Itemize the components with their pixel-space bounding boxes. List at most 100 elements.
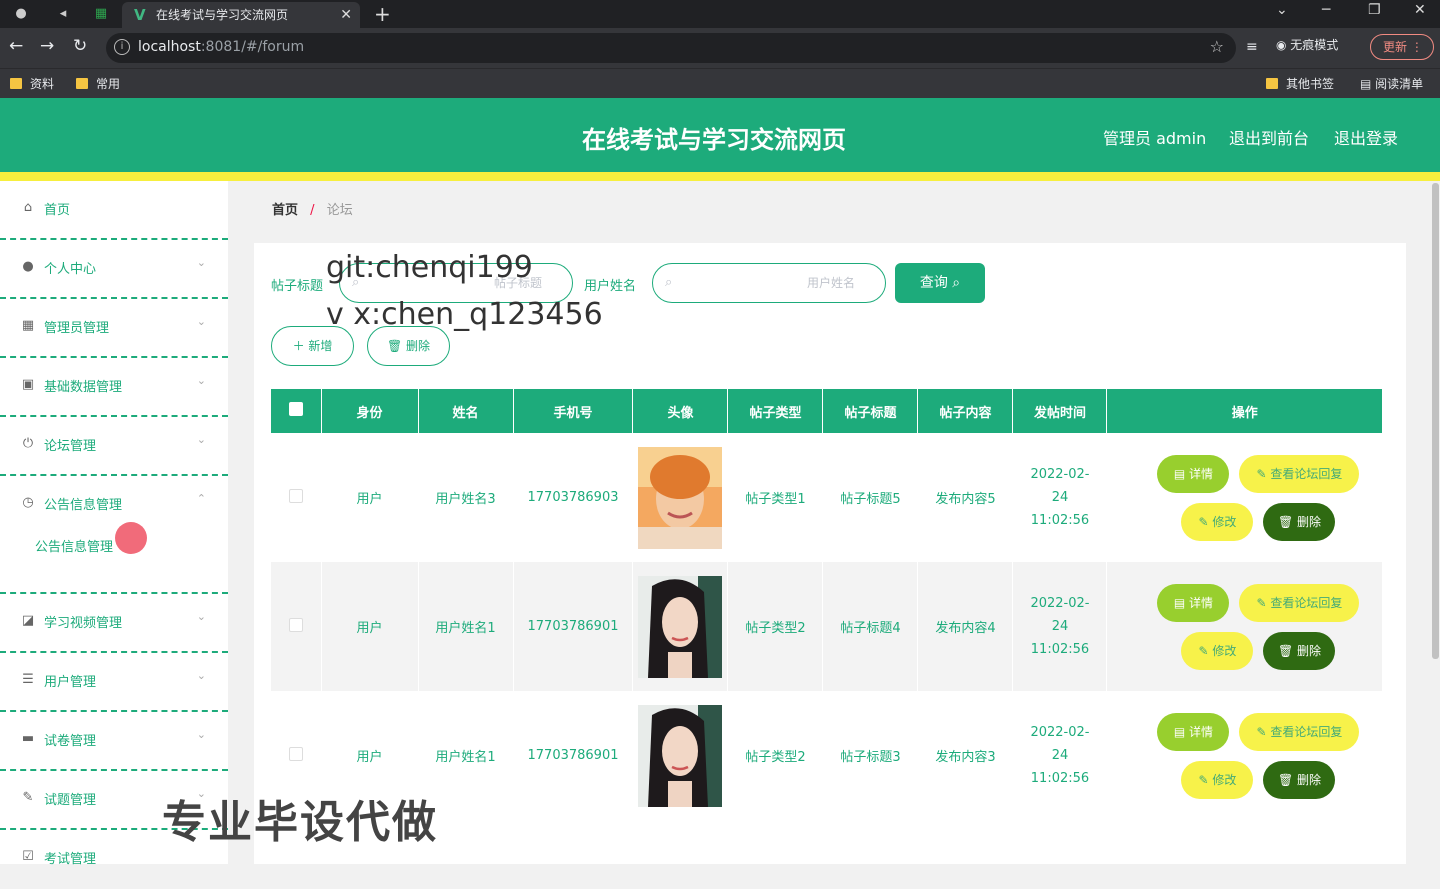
detail-button[interactable]: ▤ 详情 bbox=[1157, 584, 1230, 622]
add-button[interactable]: ＋ 新增 bbox=[271, 326, 354, 366]
mute-icon[interactable]: ◂ bbox=[52, 4, 74, 24]
reading-list[interactable]: ▤ 阅读清单 bbox=[1360, 75, 1423, 92]
sidebar-item-label: 学习视频管理 bbox=[44, 616, 123, 631]
cell-type: 帖子类型1 bbox=[727, 433, 824, 562]
delete-button[interactable]: 🗑 删除 bbox=[1263, 503, 1336, 541]
cell-ops: ▤ 详情 ✎ 查看论坛回复 ✎ 修改 🗑 删除 bbox=[1106, 562, 1383, 691]
avatar-image bbox=[638, 575, 723, 678]
column-header: 姓名 bbox=[418, 389, 514, 433]
name-search-box[interactable]: ⌕ bbox=[652, 263, 886, 303]
sidebar-item-label: 管理员管理 bbox=[44, 321, 110, 336]
edit-button[interactable]: ✎ 修改 bbox=[1181, 632, 1254, 670]
title-filter-label: 帖子标题 bbox=[271, 279, 324, 294]
chevron-down-icon: ⌄ bbox=[196, 610, 206, 623]
view-replies-button[interactable]: ✎ 查看论坛回复 bbox=[1239, 455, 1360, 493]
query-button[interactable]: 查询 ⌕ bbox=[895, 263, 985, 303]
app-header: 在线考试与学习交流网页 管理员 admin 退出到前台 退出登录 bbox=[0, 98, 1440, 172]
info-icon[interactable]: i bbox=[114, 39, 130, 55]
sidebar-item-label: 公告信息管理 bbox=[44, 498, 123, 513]
bookmark-star-icon[interactable]: ☆ bbox=[1210, 37, 1224, 56]
reading-list-icon[interactable]: ≡ bbox=[1246, 39, 1258, 55]
sidebar-item-home[interactable]: ⌂ 首页 bbox=[0, 181, 228, 240]
row-checkbox[interactable] bbox=[288, 746, 303, 761]
select-all-checkbox[interactable] bbox=[288, 402, 303, 416]
sidebar-item-users[interactable]: ☰ 用户管理 ⌄ bbox=[0, 653, 228, 712]
breadcrumb-home[interactable]: 首页 bbox=[272, 203, 298, 218]
row-checkbox[interactable] bbox=[288, 617, 303, 632]
cell-avatar bbox=[632, 562, 729, 691]
vue-icon: V bbox=[134, 6, 146, 24]
delete-button[interactable]: 🗑 删除 bbox=[1263, 632, 1336, 670]
page-scrollbar[interactable] bbox=[1430, 181, 1440, 864]
folder-icon bbox=[1266, 78, 1278, 89]
column-header: 发帖时间 bbox=[1012, 389, 1108, 433]
cursor-highlight bbox=[115, 522, 147, 554]
detail-button[interactable]: ▤ 详情 bbox=[1157, 713, 1230, 751]
maximize-icon[interactable]: ❐ bbox=[1368, 2, 1381, 18]
tab-title: 在线考试与学习交流网页 bbox=[156, 8, 289, 22]
sidebar-item-forum[interactable]: ⏻ 论坛管理 ⌄ bbox=[0, 417, 228, 476]
back-icon[interactable]: ← bbox=[9, 36, 23, 56]
tab-search-icon[interactable]: ● bbox=[10, 4, 32, 24]
avatar-image bbox=[638, 704, 723, 807]
tab-list-icon[interactable]: ⌄ bbox=[1276, 2, 1288, 18]
table-header-row: 身份 姓名 手机号 头像 帖子类型 帖子标题 帖子内容 发帖时间 操作 bbox=[271, 389, 1383, 433]
address-bar[interactable]: i localhost:8081/#/forum ☆ bbox=[106, 33, 1236, 63]
name-search-input[interactable] bbox=[685, 272, 855, 294]
sidebar-item-label: 用户管理 bbox=[44, 675, 97, 690]
reload-icon[interactable]: ↻ bbox=[73, 36, 87, 56]
new-tab-button[interactable]: + bbox=[374, 2, 391, 26]
sidebar-item-video[interactable]: ◪ 学习视频管理 ⌄ bbox=[0, 594, 228, 653]
sidebar-item-papers[interactable]: ▬ 试卷管理 ⌄ bbox=[0, 712, 228, 771]
sidebar-item-label: 试题管理 bbox=[44, 793, 97, 808]
cell-type: 帖子类型2 bbox=[727, 691, 824, 820]
update-button[interactable]: 更新 ⋮ bbox=[1370, 34, 1434, 60]
scrollbar-thumb[interactable] bbox=[1432, 183, 1439, 659]
submenu-item-notice[interactable]: 公告信息管理 bbox=[35, 536, 113, 555]
sidebar-item-notice[interactable]: ◷ 公告信息管理 ⌃ bbox=[0, 476, 228, 594]
bookmark-folder[interactable]: 资料 bbox=[10, 75, 54, 92]
view-replies-button[interactable]: ✎ 查看论坛回复 bbox=[1239, 584, 1360, 622]
delete-button[interactable]: 🗑 删除 bbox=[1263, 761, 1336, 799]
cell-avatar bbox=[632, 433, 729, 562]
cell-content: 发布内容3 bbox=[917, 691, 1014, 820]
other-bookmarks[interactable]: 其他书签 bbox=[1266, 75, 1334, 92]
table-row: 用户 用户姓名3 17703786903 帖子类型1 帖子标题5 发布内容5 2… bbox=[271, 433, 1383, 562]
row-checkbox[interactable] bbox=[288, 488, 303, 503]
row-checkbox-cell[interactable] bbox=[271, 433, 322, 562]
edit-button[interactable]: ✎ 修改 bbox=[1181, 503, 1254, 541]
logout-link[interactable]: 退出登录 bbox=[1334, 125, 1398, 149]
forward-icon[interactable]: → bbox=[40, 36, 54, 56]
list-icon: ☰ bbox=[22, 672, 34, 687]
sidebar-item-personal[interactable]: ● 个人中心 ⌄ bbox=[0, 240, 228, 299]
edit-button[interactable]: ✎ 修改 bbox=[1181, 761, 1254, 799]
sidebar-item-basic-data[interactable]: ▣ 基础数据管理 ⌄ bbox=[0, 358, 228, 417]
tab-close-icon[interactable]: ✕ bbox=[340, 2, 352, 28]
select-all-cell[interactable] bbox=[271, 389, 322, 433]
watermark-wechat: v x:chen_q123456 bbox=[326, 297, 603, 332]
incognito-icon: ◉ bbox=[1276, 38, 1291, 52]
cell-role: 用户 bbox=[321, 562, 419, 691]
active-tab[interactable]: V 在线考试与学习交流网页 ✕ bbox=[122, 2, 360, 28]
to-front-link[interactable]: 退出到前台 bbox=[1229, 125, 1309, 149]
cell-title: 帖子标题4 bbox=[822, 562, 919, 691]
sheet-tab-icon[interactable]: ▦ bbox=[90, 4, 112, 24]
cell-ops: ▤ 详情 ✎ 查看论坛回复 ✎ 修改 🗑 删除 bbox=[1106, 691, 1383, 820]
sidebar-item-admin[interactable]: ▦ 管理员管理 ⌄ bbox=[0, 299, 228, 358]
incognito-label[interactable]: ◉ 无痕模式 bbox=[1276, 36, 1338, 53]
row-checkbox-cell[interactable] bbox=[271, 562, 322, 691]
grid-icon: ▦ bbox=[21, 318, 35, 333]
browser-tab-strip: ● ◂ ▦ V 在线考试与学习交流网页 ✕ + ⌄ ─ ❐ ✕ bbox=[0, 0, 1440, 28]
clock-icon: ◷ bbox=[22, 495, 34, 510]
window-close-icon[interactable]: ✕ bbox=[1414, 2, 1426, 18]
batch-delete-button[interactable]: 🗑 删除 bbox=[367, 326, 450, 366]
minimize-icon[interactable]: ─ bbox=[1322, 2, 1330, 18]
column-header: 头像 bbox=[632, 389, 729, 433]
bookmark-folder[interactable]: 常用 bbox=[76, 75, 120, 92]
detail-button[interactable]: ▤ 详情 bbox=[1157, 455, 1230, 493]
chevron-up-icon: ⌃ bbox=[196, 492, 206, 505]
breadcrumb-separator: / bbox=[310, 203, 315, 218]
view-replies-button[interactable]: ✎ 查看论坛回复 bbox=[1239, 713, 1360, 751]
breadcrumb-current: 论坛 bbox=[326, 203, 353, 218]
cell-name: 用户姓名3 bbox=[418, 433, 514, 562]
